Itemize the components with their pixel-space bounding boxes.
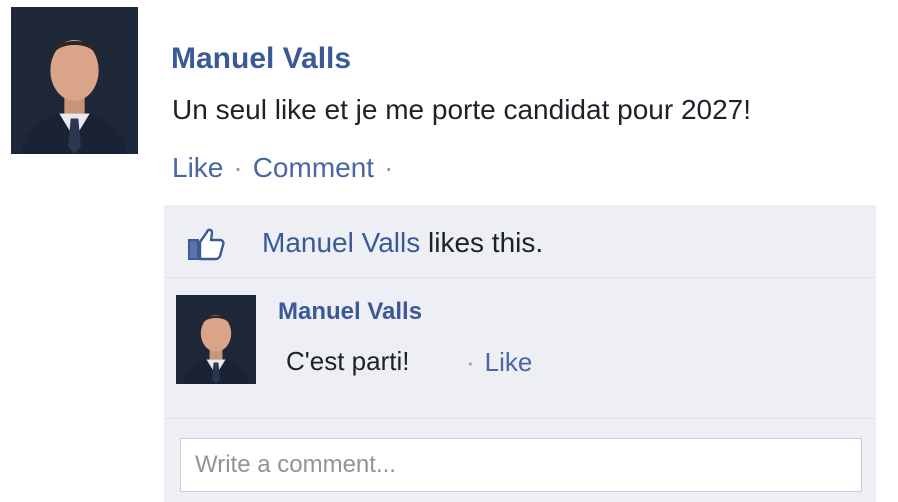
likes-summary: Manuel Valls likes this. (164, 205, 876, 278)
post-author-avatar[interactable] (11, 7, 138, 154)
avatar-photo (176, 295, 256, 384)
comment-item: Manuel Valls C'est parti! · Like (164, 278, 876, 419)
post-author-name[interactable]: Manuel Valls (171, 42, 351, 76)
separator: · (466, 347, 475, 377)
comment-author-name[interactable]: Manuel Valls (278, 298, 422, 326)
like-link[interactable]: Like (172, 152, 223, 183)
comment-like-link[interactable]: Like (485, 347, 533, 377)
liker-name-link[interactable]: Manuel Valls (262, 227, 420, 258)
comment-link[interactable]: Comment (253, 152, 374, 183)
separator: · (233, 152, 243, 183)
post-message: Un seul like et je me porte candidat pou… (172, 94, 752, 125)
post-actions: Like · Comment · (172, 152, 403, 184)
comment-text: C'est parti! (286, 346, 410, 376)
comment-author-avatar[interactable] (176, 295, 256, 384)
thumbs-up-icon (186, 223, 226, 263)
write-comment-input[interactable] (180, 438, 862, 492)
avatar-photo (11, 7, 138, 154)
separator: · (384, 152, 394, 183)
likes-suffix: likes this. (428, 227, 544, 258)
likes-text: Manuel Valls likes this. (262, 227, 543, 259)
comment-like: · Like (466, 347, 532, 378)
feedback-panel: Manuel Valls likes this. Manuel Valls C'… (164, 205, 876, 502)
